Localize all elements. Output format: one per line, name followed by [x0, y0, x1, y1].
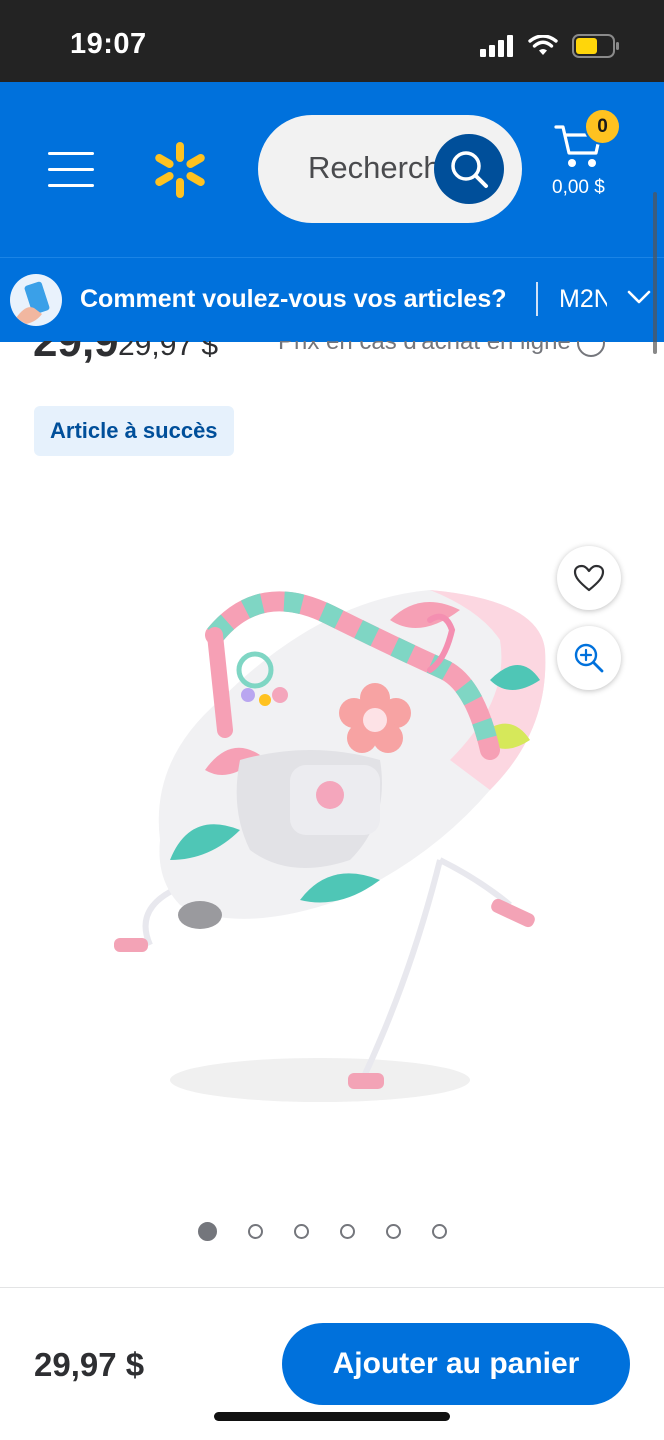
home-indicator[interactable]	[214, 1412, 450, 1421]
zoom-in-icon	[574, 643, 604, 673]
chevron-down-icon[interactable]	[626, 288, 652, 306]
favorite-button[interactable]	[557, 546, 621, 610]
carousel-dot[interactable]	[198, 1222, 217, 1241]
carousel-dots	[198, 1222, 447, 1241]
was-price: 29,97 $	[118, 341, 219, 362]
search-button[interactable]	[434, 134, 504, 204]
scrollbar[interactable]	[653, 192, 657, 354]
carousel-dot[interactable]	[248, 1224, 263, 1239]
bottom-price: 29,97 $	[34, 1346, 145, 1383]
battery-icon	[572, 34, 619, 58]
bestseller-badge: Article à succès	[34, 406, 234, 456]
delivery-selector[interactable]: Comment voulez-vous vos articles? M2N	[0, 257, 664, 342]
store-code: M2N	[559, 285, 607, 313]
zoom-button[interactable]	[557, 626, 621, 690]
bottom-divider	[0, 1287, 664, 1288]
search-placeholder: Recherch	[308, 150, 441, 185]
walmart-spark-logo[interactable]	[150, 140, 210, 200]
online-price-note: Prix en cas d'achat en ligne	[278, 341, 571, 355]
carousel-dot[interactable]	[340, 1224, 355, 1239]
phone-hand-icon	[10, 274, 62, 326]
search-input[interactable]: Recherch	[258, 115, 522, 223]
signal-icon	[480, 35, 513, 57]
hamburger-menu-icon[interactable]	[48, 152, 94, 188]
carousel-dot[interactable]	[294, 1224, 309, 1239]
delivery-separator	[536, 282, 538, 316]
search-icon	[451, 151, 488, 188]
product-image[interactable]	[90, 560, 570, 1130]
current-price: 29,9	[33, 341, 119, 366]
info-icon[interactable]	[577, 341, 605, 357]
price-row: 29,9 29,97 $ Prix en cas d'achat en lign…	[0, 341, 664, 371]
status-time: 19:07	[70, 28, 147, 60]
add-to-cart-button[interactable]: Ajouter au panier	[282, 1323, 630, 1405]
cart-total: 0,00 $	[552, 177, 605, 198]
carousel-dot[interactable]	[386, 1224, 401, 1239]
carousel-dot[interactable]	[432, 1224, 447, 1239]
heart-icon	[573, 564, 605, 592]
status-bar: 19:07	[0, 0, 664, 82]
delivery-prompt: Comment voulez-vous vos articles?	[80, 285, 507, 313]
cart-button[interactable]: 0 0,00 $	[552, 105, 632, 205]
wifi-icon	[528, 35, 558, 55]
cart-count-badge: 0	[584, 108, 621, 145]
